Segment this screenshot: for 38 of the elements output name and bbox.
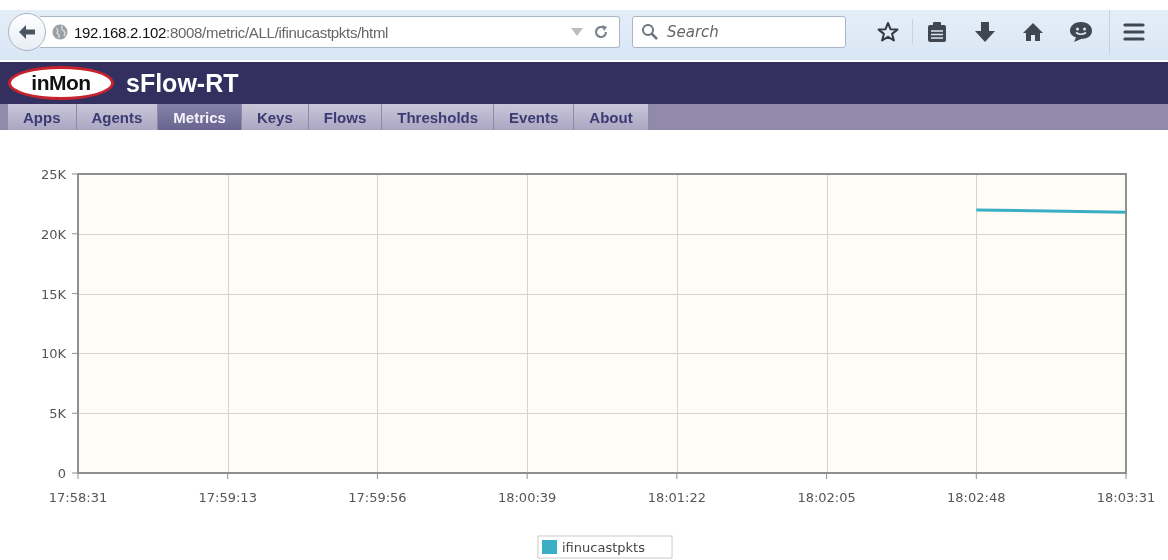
y-tick-label: 25K	[40, 167, 66, 182]
search-icon	[641, 23, 659, 41]
download-icon[interactable]	[974, 21, 996, 43]
x-tick-label: 17:59:56	[348, 490, 407, 505]
nav-tab[interactable]: Agents	[76, 104, 159, 130]
x-tick-label: 18:02:48	[947, 490, 1006, 505]
x-tick-label: 18:00:39	[497, 490, 557, 505]
y-tick-label: 20K	[40, 226, 66, 242]
address-field[interactable]: 192.168.2.102:8008/metric/ALL/ifinucastpkts/html	[40, 16, 620, 48]
menu-icon[interactable]	[1123, 22, 1145, 42]
logo: inMon	[8, 66, 114, 100]
y-tick-label: 10K	[40, 346, 66, 362]
x-tick-label: 17:59:13	[198, 490, 257, 505]
back-button[interactable]	[8, 13, 46, 51]
search-field[interactable]: Search	[632, 16, 846, 48]
back-arrow-icon	[18, 24, 36, 40]
nav-tab[interactable]: Thresholds	[382, 104, 495, 130]
clipboard-icon[interactable]	[927, 21, 947, 43]
chat-icon[interactable]	[1069, 21, 1093, 43]
x-tick-label: 18:03:31	[1096, 490, 1156, 505]
globe-icon	[52, 24, 68, 40]
app-title: sFlow-RT	[126, 68, 239, 98]
y-tick-label: 15K	[40, 286, 66, 302]
nav-tab[interactable]: Apps	[8, 104, 77, 130]
nav-tab[interactable]: About	[574, 104, 649, 130]
nav-tab[interactable]: Metrics	[158, 104, 242, 130]
nav-tab[interactable]: Flows	[308, 104, 383, 130]
reload-icon[interactable]	[593, 24, 609, 40]
nav-tab[interactable]: Events	[494, 104, 575, 130]
y-tick-label: 5K	[49, 406, 66, 422]
x-tick-label: 18:02:05	[797, 490, 856, 505]
x-tick-label: 17:58:31	[48, 490, 108, 505]
home-icon[interactable]	[1022, 21, 1044, 43]
y-tick-label: 0	[57, 466, 66, 481]
bookmark-star-icon[interactable]	[877, 21, 899, 43]
legend-label: ifinucastpkts	[562, 540, 645, 555]
x-tick-label: 18:01:22	[647, 490, 707, 505]
nav-tab[interactable]: Keys	[241, 104, 309, 130]
